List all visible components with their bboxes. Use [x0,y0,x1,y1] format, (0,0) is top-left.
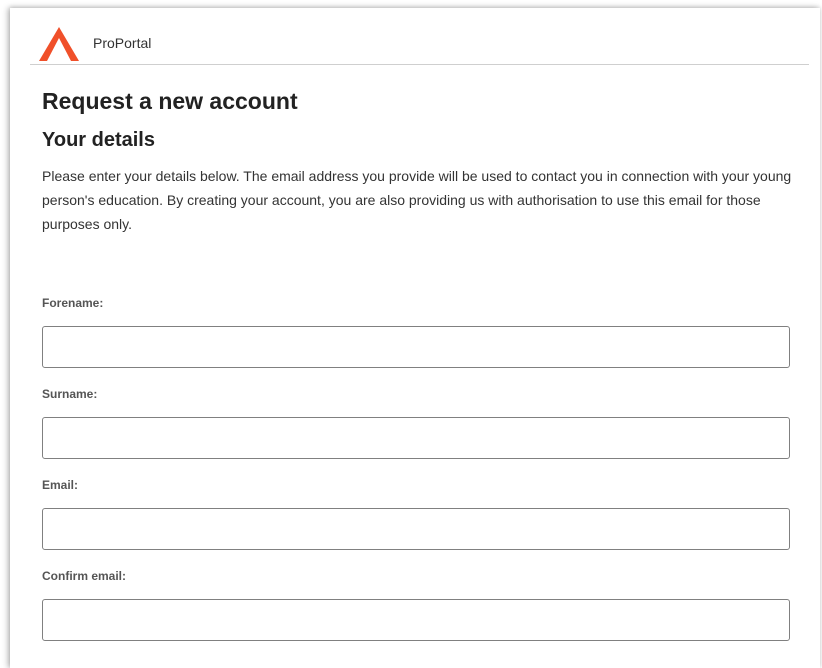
intro-text: Please enter your details below. The ema… [42,168,792,232]
page-title: Request a new account [42,88,298,114]
forename-label: Forename: [42,296,104,310]
main-content: Request a new account Your details Pleas… [42,88,802,236]
email-input[interactable] [42,508,790,550]
top-header: ProPortal [30,8,809,65]
forename-input[interactable] [42,326,790,368]
confirm-email-label: Confirm email: [42,569,127,583]
surname-input[interactable] [42,417,790,459]
page-frame: ProPortal Request a new account Your det… [10,8,820,668]
surname-label: Surname: [42,387,98,401]
confirm-email-input[interactable] [42,599,790,641]
email-label: Email: [42,478,79,492]
section-title: Your details [42,129,155,151]
proportal-logo-icon [39,27,79,61]
brand-name: ProPortal [93,35,152,51]
